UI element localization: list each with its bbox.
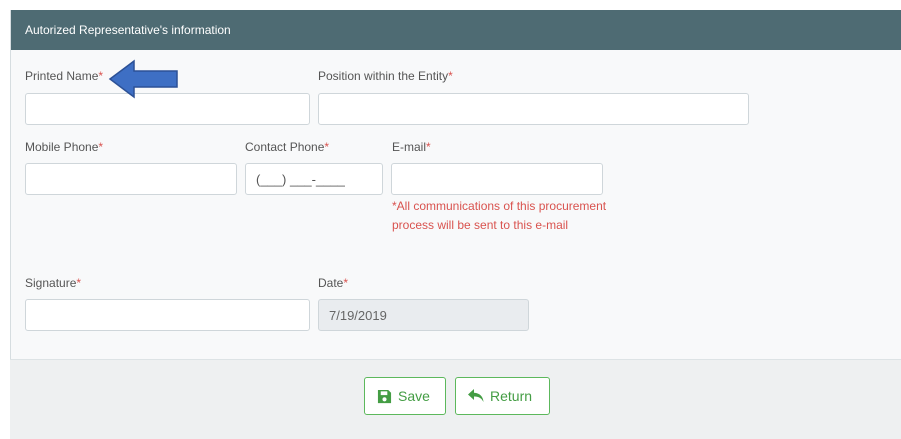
required-mark: *: [76, 276, 82, 290]
printed-name-label: Printed Name*: [25, 69, 104, 83]
save-label: Save: [398, 388, 430, 404]
required-mark: *: [448, 69, 453, 83]
floppy-disk-icon: [377, 389, 392, 403]
date-label: Date*: [318, 276, 349, 290]
panel-title: Autorized Representative's information: [25, 23, 231, 37]
mobile-phone-input[interactable]: [25, 163, 237, 195]
email-note: *All communications of this procurement …: [392, 199, 607, 232]
return-label: Return: [490, 388, 533, 404]
position-input[interactable]: [318, 93, 749, 125]
left-arrow-icon: [108, 59, 178, 99]
panel-header: Autorized Representative's information: [11, 10, 901, 50]
contact-phone-input[interactable]: [245, 163, 383, 195]
position-label: Position within the Entity*: [318, 69, 453, 83]
required-mark: *: [324, 140, 330, 154]
date-input: [318, 299, 529, 331]
required-mark: *: [98, 69, 104, 83]
mobile-phone-label: Mobile Phone*: [25, 140, 104, 154]
signature-label: Signature*: [25, 276, 82, 290]
required-mark: *: [98, 140, 104, 154]
reply-arrow-icon: [468, 389, 484, 402]
return-button[interactable]: Return: [455, 377, 550, 415]
required-mark: *: [426, 140, 431, 154]
save-button[interactable]: Save: [364, 377, 446, 415]
contact-phone-label: Contact Phone*: [245, 140, 330, 154]
required-mark: *: [343, 276, 349, 290]
email-input[interactable]: [391, 163, 603, 195]
signature-input[interactable]: [25, 299, 310, 331]
email-label: E-mail*: [392, 140, 431, 154]
